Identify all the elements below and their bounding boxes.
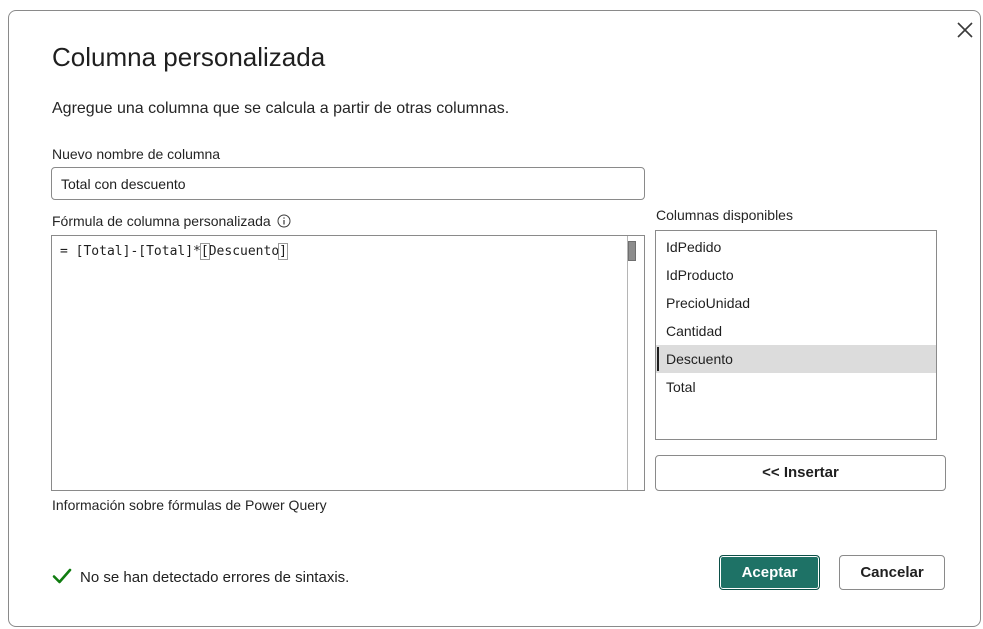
info-icon[interactable] — [277, 214, 291, 228]
dialog-subtitle: Agregue una columna que se calcula a par… — [52, 100, 510, 117]
list-item-selected[interactable]: Descuento — [656, 345, 936, 373]
formula-text: = [Total]-[Total]*[Descuento] — [60, 243, 288, 260]
list-item[interactable]: PrecioUnidad — [656, 289, 936, 317]
list-item[interactable]: Cantidad — [656, 317, 936, 345]
syntax-status-text: No se han detectado errores de sintaxis. — [80, 569, 350, 586]
power-query-help-link[interactable]: Información sobre fórmulas de Power Quer… — [52, 497, 327, 513]
formula-scrollbar-track[interactable] — [627, 236, 628, 490]
list-item[interactable]: IdProducto — [656, 261, 936, 289]
close-icon — [957, 22, 973, 38]
accept-button[interactable]: Aceptar — [719, 555, 820, 590]
close-bracket-highlight: ] — [278, 243, 288, 260]
column-name-label: Nuevo nombre de columna — [52, 146, 221, 162]
dialog-title: Columna personalizada — [52, 42, 326, 72]
insert-button[interactable]: << Insertar — [655, 455, 946, 491]
available-columns-label: Columnas disponibles — [656, 207, 793, 223]
list-item[interactable]: IdPedido — [656, 233, 936, 261]
list-item[interactable]: Total — [656, 373, 936, 401]
formula-label: Fórmula de columna personalizada — [52, 213, 291, 229]
checkmark-icon — [52, 568, 72, 584]
close-button[interactable] — [953, 18, 977, 42]
column-name-input[interactable] — [51, 167, 645, 200]
formula-scrollbar-thumb[interactable] — [628, 241, 636, 261]
open-bracket-highlight: [ — [199, 243, 210, 260]
formula-editor[interactable]: = [Total]-[Total]*[Descuento] — [51, 235, 645, 491]
available-columns-list[interactable]: IdPedido IdProducto PrecioUnidad Cantida… — [655, 230, 937, 440]
formula-text-inner: Descuento — [208, 244, 280, 259]
formula-label-text: Fórmula de columna personalizada — [52, 213, 271, 229]
formula-text-prefix: = [Total]-[Total]* — [60, 244, 201, 259]
cancel-button[interactable]: Cancelar — [839, 555, 945, 590]
syntax-status: No se han detectado errores de sintaxis. — [52, 567, 349, 587]
